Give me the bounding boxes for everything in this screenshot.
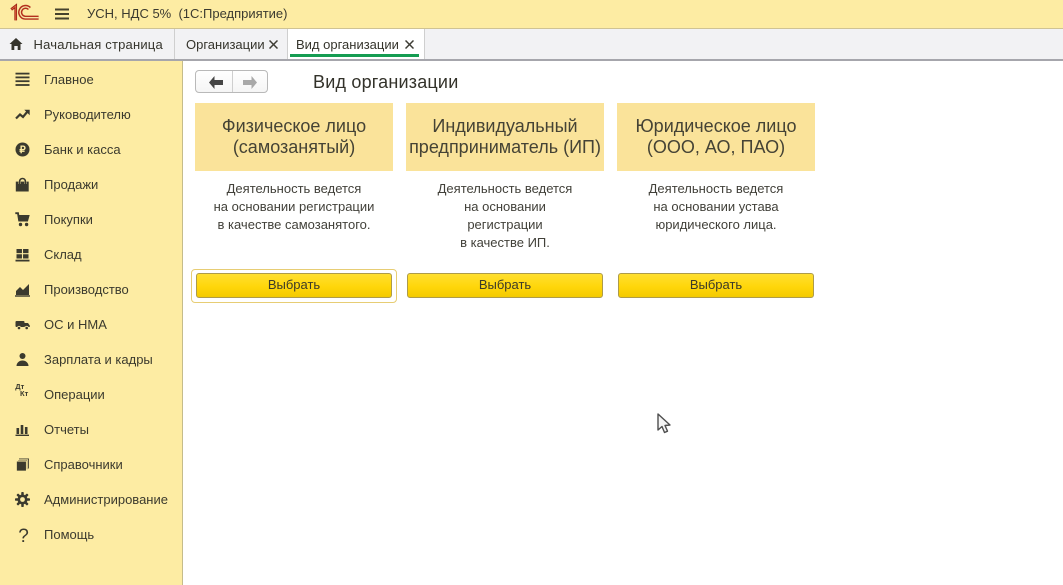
svg-text:₽: ₽ <box>19 145 26 156</box>
svg-text:?: ? <box>18 526 29 547</box>
svg-text:Кт: Кт <box>20 389 29 398</box>
